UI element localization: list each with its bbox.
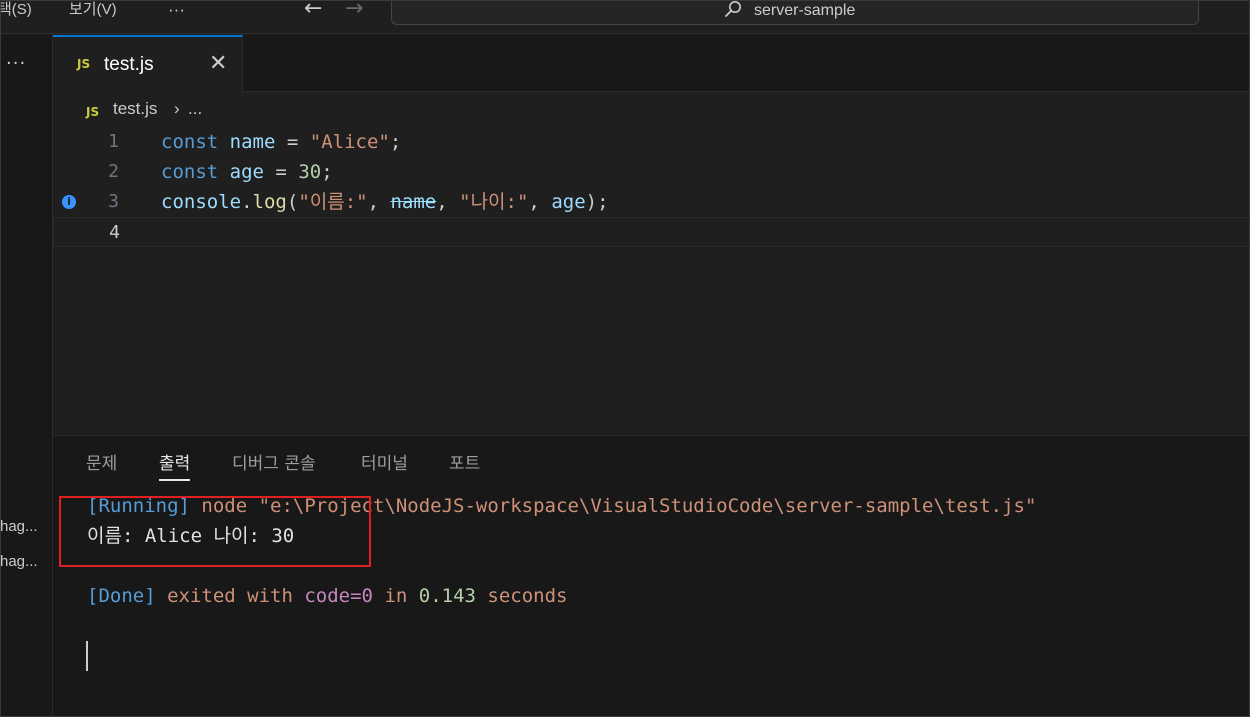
menu-more-icon[interactable]: ··· xyxy=(168,0,185,22)
token-string: "이름:" xyxy=(298,191,368,213)
token-variable: age xyxy=(551,191,586,213)
title-bar: 택(S) 보기(V) ··· ← → server-sample xyxy=(0,0,1250,34)
token-punctuation: ; xyxy=(321,161,333,183)
token-operator: = xyxy=(275,131,310,153)
code-text: const name = "Alice"; xyxy=(161,127,401,157)
token-keyword: const xyxy=(161,161,219,183)
token-function: log xyxy=(252,191,287,213)
code-text: const age = 30; xyxy=(161,157,333,187)
elapsed-time: 0.143 xyxy=(418,585,476,607)
chevron-right-icon: › xyxy=(174,99,180,118)
token-punctuation: , xyxy=(436,191,460,213)
done-text: exited with xyxy=(155,585,305,607)
menu-selection[interactable]: 택(S) xyxy=(0,0,32,22)
code-line-2[interactable]: 2 const age = 30; xyxy=(53,157,1250,187)
token-variable: age xyxy=(229,161,264,183)
sidebar-more-icon[interactable]: ··· xyxy=(6,53,26,74)
output-line-done: [Done] exited with code=0 in 0.143 secon… xyxy=(87,582,567,610)
token-object: console xyxy=(161,191,242,213)
tab-terminal[interactable]: 터미널 xyxy=(361,452,408,476)
code-text: console.log("이름:", name, "나이:", age); xyxy=(161,187,609,217)
token-punctuation: . xyxy=(241,191,253,213)
code-line-3[interactable]: i 3 console.log("이름:", name, "나이:", age)… xyxy=(53,187,1250,217)
command-center-search[interactable]: server-sample xyxy=(391,0,1199,25)
tab-label: test.js xyxy=(104,54,154,75)
text-cursor xyxy=(86,641,88,671)
breadcrumb-file[interactable]: test.js xyxy=(113,98,157,120)
line-number: 4 xyxy=(109,222,120,243)
done-tag: [Done] xyxy=(87,585,156,607)
search-icon xyxy=(725,1,741,17)
code-line-1[interactable]: 1 const name = "Alice"; xyxy=(53,127,1250,157)
breadcrumb-more[interactable]: ... xyxy=(188,98,202,120)
tab-problems[interactable]: 문제 xyxy=(86,452,117,476)
tab-debug-console[interactable]: 디버그 콘솔 xyxy=(232,452,316,476)
token-deprecated-variable: name xyxy=(390,191,437,213)
line-number: 1 xyxy=(108,131,119,152)
code-editor[interactable]: 1 const name = "Alice"; 2 const age = 30… xyxy=(53,125,1250,435)
annotation-highlight-box xyxy=(59,496,371,567)
token-variable: name xyxy=(229,131,276,153)
search-text: server-sample xyxy=(754,2,856,19)
back-arrow-icon[interactable]: ← xyxy=(304,0,322,20)
sidebar-item-2[interactable]: hag... xyxy=(0,551,53,573)
tab-test-js[interactable]: JS test.js ✕ xyxy=(53,35,243,92)
forward-arrow-icon[interactable]: → xyxy=(345,0,363,20)
token-punctuation: , xyxy=(367,191,391,213)
token-number: 30 xyxy=(298,161,322,183)
close-icon[interactable]: ✕ xyxy=(209,51,227,77)
token-keyword: const xyxy=(161,131,219,153)
done-text: in xyxy=(373,585,419,607)
code-line-4[interactable]: 4 xyxy=(53,217,1250,247)
token-punctuation: , xyxy=(528,191,552,213)
token-punctuation: ; xyxy=(389,131,402,153)
done-text: seconds xyxy=(475,585,568,607)
token-string: "Alice" xyxy=(309,131,390,153)
token-punctuation: ); xyxy=(585,191,609,213)
javascript-file-icon: JS xyxy=(86,105,100,119)
javascript-file-icon: JS xyxy=(77,57,91,71)
tab-output[interactable]: 출력 xyxy=(159,452,191,481)
line-number: 3 xyxy=(108,191,119,212)
sidebar: ··· hag... hag... xyxy=(0,35,53,717)
token-operator: = xyxy=(263,161,299,183)
menu-view[interactable]: 보기(V) xyxy=(69,0,117,22)
line-number: 2 xyxy=(108,161,119,182)
token-punctuation: ( xyxy=(286,191,299,213)
output-panel: 문제 출력 디버그 콘솔 터미널 포트 [Running] node "e:\P… xyxy=(53,435,1250,717)
editor-tab-bar: JS test.js ✕ xyxy=(53,35,1250,92)
sidebar-item-1[interactable]: hag... xyxy=(0,516,53,538)
tab-ports[interactable]: 포트 xyxy=(449,452,480,476)
exit-code: code=0 xyxy=(304,585,373,607)
token-string: "나이:" xyxy=(459,191,529,213)
